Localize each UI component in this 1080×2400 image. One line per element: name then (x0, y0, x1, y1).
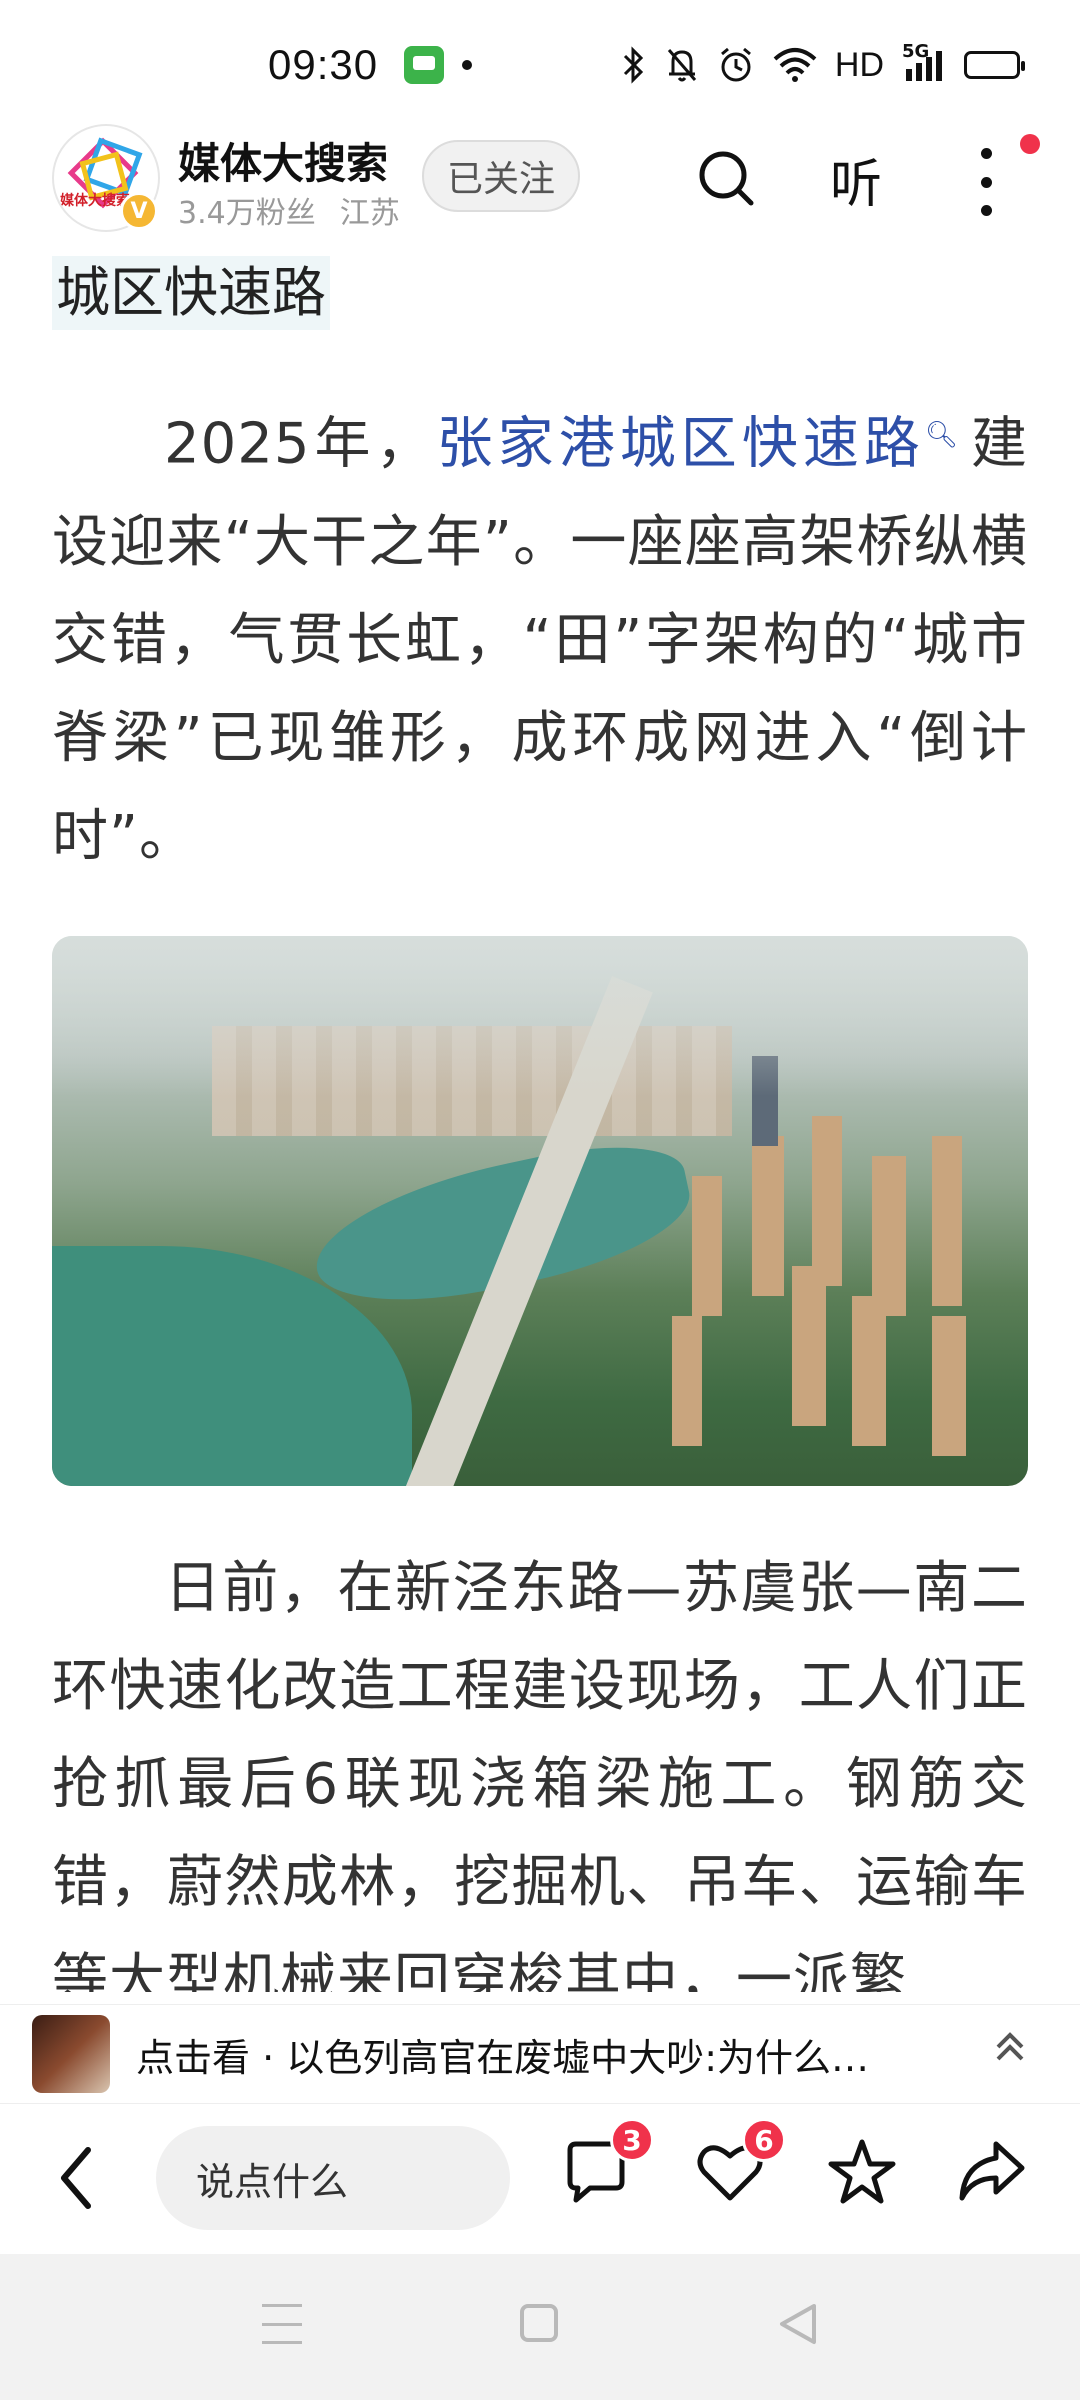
recommend-thumbnail[interactable] (32, 2015, 110, 2093)
notification-dot-icon (462, 60, 473, 70)
article-photo[interactable] (52, 936, 1028, 1486)
status-bar: 09:30 HD 5G (0, 0, 1080, 130)
article-paragraph-2: 日前，在新泾东路—苏虞张—南二环快速化改造工程建设现场，工人们正抢抓最后6联现浇… (52, 1540, 1028, 1992)
comment-input[interactable]: 说点什么 (156, 2126, 510, 2230)
listen-button[interactable]: 听 (830, 142, 882, 217)
wifi-icon (773, 48, 817, 82)
para1-body: 建设迎来“大干之年”。一座座高架桥纵横交错，气贯长虹，“田”字架构的“城市脊梁”… (52, 411, 1028, 869)
home-icon[interactable] (520, 2304, 558, 2342)
article-paragraph-1: 2025年，张家港城区快速路🔍︎ 建设迎来“大干之年”。一座座高架桥纵横交错，气贯… (52, 386, 1028, 886)
signal-icon: 5G (902, 41, 946, 83)
link-search-icon[interactable]: 🔍︎ (925, 420, 963, 450)
mute-bell-icon (667, 49, 697, 82)
follow-button[interactable]: 已关注 (422, 140, 580, 212)
bottom-action-bar: 说点什么 3 6 (0, 2104, 1080, 2254)
status-time: 09:30 (268, 41, 379, 88)
expand-up-icon[interactable] (990, 2027, 1030, 2077)
back-icon[interactable] (56, 2146, 96, 2210)
account-location: 江苏 (339, 196, 400, 231)
bluetooth-icon (623, 46, 644, 84)
like-count-badge: 6 (742, 2118, 786, 2162)
verified-badge-icon: V (120, 192, 158, 230)
recommend-text[interactable]: 点击看 · 以色列高官在废墟中大吵:为什么… (136, 2027, 966, 2082)
message-app-icon (404, 46, 445, 84)
battery-icon (964, 51, 1025, 79)
recommend-bar[interactable]: 点击看 · 以色列高官在废墟中大吵:为什么… (0, 2004, 1080, 2104)
account-name[interactable]: 媒体大搜索 (178, 130, 388, 191)
recent-apps-icon[interactable] (262, 2304, 302, 2344)
more-options-icon[interactable] (974, 148, 998, 216)
article-header: 媒体大搜索 V 媒体大搜索 3.4万粉丝 江苏 已关注 听 (0, 118, 1080, 238)
search-icon[interactable] (696, 148, 756, 208)
para2-body: 日前，在新泾东路—苏虞张—南二环快速化改造工程建设现场，工人们正抢抓最后6联现浇… (52, 1556, 1028, 1992)
notification-dot (1020, 134, 1040, 154)
nav-back-icon[interactable] (776, 2300, 820, 2348)
account-meta: 3.4万粉丝 江苏 (178, 188, 424, 232)
favorite-star-icon[interactable] (826, 2136, 898, 2208)
section-heading: 城区快速路 (52, 256, 330, 330)
alarm-icon (720, 47, 751, 82)
followers-count: 3.4万粉丝 (178, 196, 316, 231)
system-nav-bar (0, 2254, 1080, 2400)
para1-lead: 2025年， (164, 411, 437, 477)
keyword-link[interactable]: 张家港城区快速路 (437, 412, 925, 477)
share-icon[interactable] (956, 2136, 1028, 2208)
comment-count-badge: 3 (610, 2118, 654, 2162)
network-label: HD (834, 45, 884, 84)
status-icons: HD 5G (621, 41, 1025, 85)
